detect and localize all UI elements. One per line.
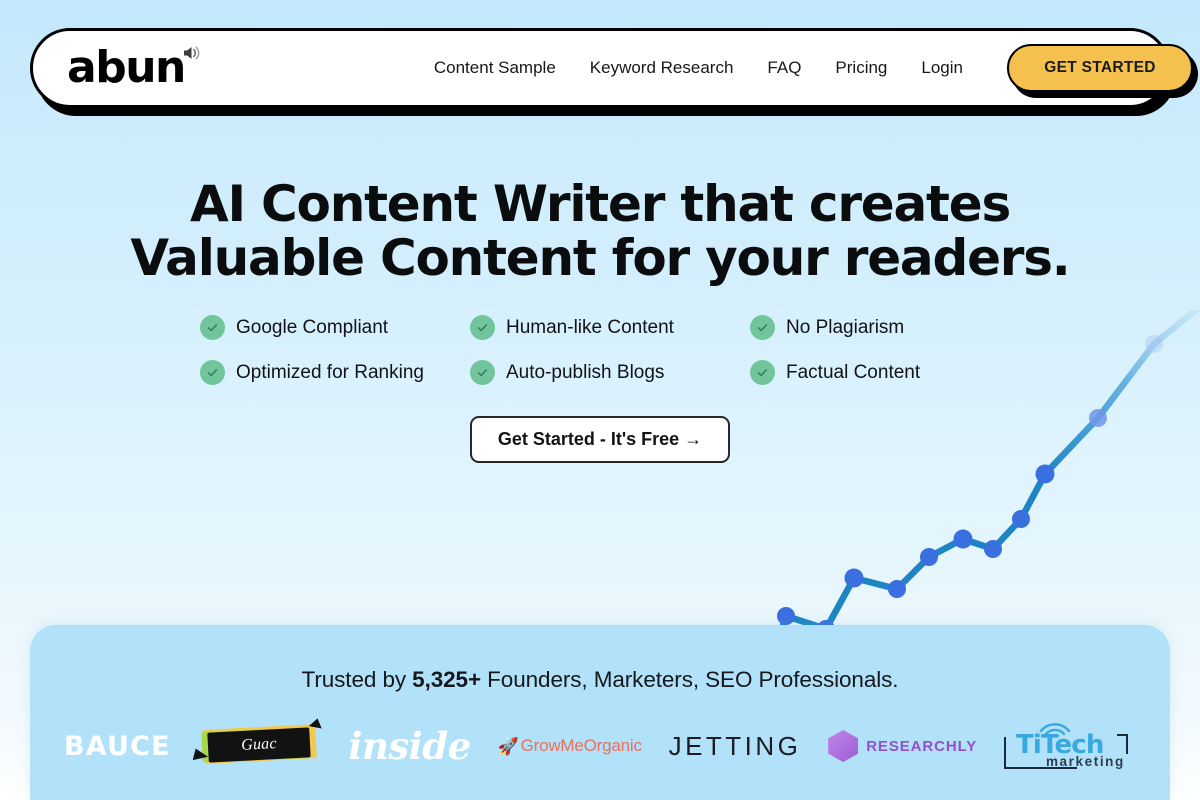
feature-list: Google Compliant Optimized for Ranking H… (200, 315, 1000, 385)
logo-guac[interactable]: Guac (192, 718, 322, 768)
logo-titech[interactable]: TiTech marketing (1003, 718, 1136, 774)
feature-column-1: Google Compliant Optimized for Ranking (200, 315, 470, 385)
feature-label: Auto-publish Blogs (506, 361, 665, 383)
guac-spark-left-icon (192, 748, 209, 764)
feature-item-factual-content: Factual Content (750, 360, 1000, 385)
gem-icon (828, 730, 859, 762)
guac-black-card: Guac (206, 727, 311, 763)
logo-guac-text: Guac (240, 735, 277, 754)
trusted-count: 5,325+ (412, 667, 482, 692)
nav-item-keyword-research[interactable]: Keyword Research (590, 58, 734, 78)
logo[interactable]: abun (67, 46, 203, 90)
trusted-prefix: Trusted by (301, 667, 413, 692)
logo-titech-subtitle: marketing (1045, 754, 1125, 769)
get-started-header-button[interactable]: GET STARTED (1007, 44, 1193, 92)
hero-cta-wrapper: Get Started - It's Free → (0, 416, 1200, 463)
feature-label: Google Compliant (236, 316, 389, 338)
logo-growmeorganic[interactable]: 🚀 GrowMeOrganic (497, 736, 642, 756)
check-icon (200, 360, 225, 385)
logo-text: abun (67, 42, 186, 93)
trusted-by-section: Trusted by 5,325+ Founders, Marketers, S… (30, 625, 1170, 800)
check-icon (470, 315, 495, 340)
logo-growmeorganic-text: GrowMeOrganic (520, 736, 642, 755)
header-bar: abun Content Sample Keyword Research FAQ… (30, 28, 1198, 108)
feature-label: No Plagiarism (786, 316, 905, 338)
logo-jetting[interactable]: JETTING (669, 731, 802, 762)
check-icon (750, 360, 775, 385)
logo-inside-text: inside (348, 724, 471, 768)
logo-researchly[interactable]: RESEARCHLY (828, 730, 977, 762)
main-navigation: Content Sample Keyword Research FAQ Pric… (434, 44, 1198, 98)
feature-item-no-plagiarism: No Plagiarism (750, 315, 1000, 340)
feature-item-optimized-for-ranking: Optimized for Ranking (200, 360, 470, 385)
logo-jetting-text: JETTING (668, 730, 802, 761)
feature-item-google-compliant: Google Compliant (200, 315, 470, 340)
feature-column-2: Human-like Content Auto-publish Blogs (470, 315, 750, 385)
feature-label: Optimized for Ranking (236, 361, 424, 383)
check-icon (470, 360, 495, 385)
logo-bauce[interactable]: BAUCE (64, 731, 171, 762)
titech-bracket-right (1116, 734, 1128, 754)
feature-label: Factual Content (786, 361, 921, 383)
site-header: abun Content Sample Keyword Research FAQ… (30, 28, 1198, 116)
trusted-by-text: Trusted by 5,325+ Founders, Marketers, S… (30, 667, 1170, 693)
client-logo-row: BAUCE Guac inside 🚀 GrowMeOrganic JETTIN… (30, 718, 1170, 774)
logo-inside[interactable]: inside (348, 724, 471, 768)
feature-column-3: No Plagiarism Factual Content (750, 315, 1000, 385)
hero-section: AI Content Writer that creates Valuable … (0, 175, 1200, 463)
get-started-free-button[interactable]: Get Started - It's Free → (469, 416, 731, 463)
nav-item-pricing[interactable]: Pricing (835, 58, 887, 78)
get-started-cta-wrapper: GET STARTED (1007, 44, 1198, 98)
feature-item-human-like-content: Human-like Content (470, 315, 750, 340)
logo-researchly-text: RESEARCHLY (866, 737, 978, 755)
rocket-icon: 🚀 (497, 736, 519, 756)
titech-bracket-left (1003, 737, 1015, 769)
feature-item-auto-publish-blogs: Auto-publish Blogs (470, 360, 750, 385)
check-icon (200, 315, 225, 340)
nav-item-login[interactable]: Login (921, 58, 963, 78)
page-title: AI Content Writer that creates Valuable … (130, 175, 1070, 287)
trusted-suffix: Founders, Marketers, SEO Professionals. (481, 667, 899, 692)
feature-label: Human-like Content (506, 316, 674, 338)
check-icon (750, 315, 775, 340)
logo-bauce-text: BAUCE (64, 730, 171, 762)
speaker-icon (181, 42, 203, 69)
nav-item-content-sample[interactable]: Content Sample (434, 58, 556, 78)
nav-item-faq[interactable]: FAQ (767, 58, 801, 78)
